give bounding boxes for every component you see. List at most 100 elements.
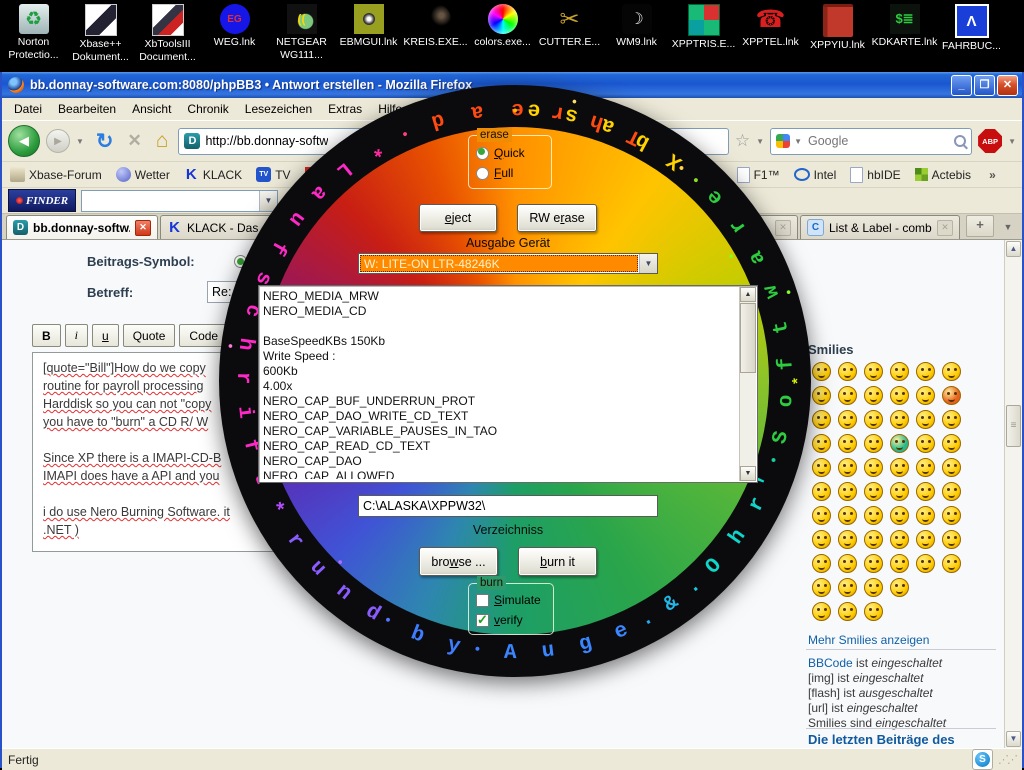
format-button-b[interactable]: B [32,324,61,347]
search-input[interactable] [806,133,950,149]
smiley-icon[interactable] [812,554,831,573]
smiley-icon[interactable] [812,458,831,477]
smiley-icon[interactable] [812,578,831,597]
desktop-icon-xpptris[interactable]: XPPTRIS.E... [670,4,737,51]
smiley-icon[interactable] [942,554,961,573]
resize-grip[interactable]: ⋰⋰ [998,753,1016,766]
smiley-icon[interactable] [838,482,857,501]
smiley-icon[interactable] [838,434,857,453]
smiley-icon[interactable] [864,458,883,477]
desktop-icon-xpptel[interactable]: XPPTEL.lnk [737,4,804,49]
smiley-icon[interactable] [890,362,909,381]
smiley-icon[interactable] [812,482,831,501]
smiley-icon[interactable] [890,554,909,573]
smiley-icon[interactable] [838,362,857,381]
smiley-icon[interactable] [942,506,961,525]
smiley-icon[interactable] [812,362,831,381]
smiley-icon[interactable] [916,458,935,477]
desktop-icon-xppyiu[interactable]: XPPYIU.lnk [804,4,871,52]
smiley-icon[interactable] [812,410,831,429]
full-radio[interactable] [476,167,489,180]
smiley-icon[interactable] [838,530,857,549]
desktop-icon-colors[interactable]: colors.exe... [469,4,536,49]
smiley-icon[interactable] [864,434,883,453]
more-smilies-link[interactable]: Mehr Smilies anzeigen [808,633,929,647]
maximize-button[interactable]: ❐ [974,75,995,96]
smiley-icon[interactable] [890,458,909,477]
desktop-icon-wm9[interactable]: WM9.lnk [603,4,670,49]
smiley-icon[interactable] [942,530,961,549]
smiley-icon[interactable] [942,482,961,501]
smiley-icon[interactable] [864,386,883,405]
smiley-icon[interactable] [838,458,857,477]
smiley-icon[interactable] [916,410,935,429]
tab-list-dropdown-icon[interactable]: ▼ [998,217,1018,237]
verify-checkbox[interactable] [476,614,489,627]
smiley-icon[interactable] [942,362,961,381]
smiley-icon[interactable] [864,602,883,621]
tab-donnay[interactable]: D bb.donnay-softw... ✕ [6,215,158,239]
quick-radio[interactable] [476,147,489,160]
smiley-icon[interactable] [890,434,909,453]
smiley-icon[interactable] [890,530,909,549]
scroll-down-icon[interactable]: ▼ [740,466,756,481]
output-device-combobox[interactable]: W: LITE-ON LTR-48246K ▼ [358,253,658,274]
stop-button[interactable]: ✕ [128,131,142,151]
smiley-icon[interactable] [838,602,857,621]
smiley-icon[interactable] [864,482,883,501]
smiley-icon[interactable] [916,530,935,549]
home-button[interactable]: ⌂ [156,129,169,153]
desktop-icon-xbtools[interactable]: XbToolsIIIDocument... [134,4,201,64]
page-scrollbar[interactable]: ▲ ▼ [1004,240,1022,748]
smiley-icon[interactable] [812,386,831,405]
smiley-icon[interactable] [890,578,909,597]
back-button[interactable]: ◀ [8,125,40,157]
desktop-icon-fahrbuch[interactable]: FAHRBUC... [938,4,1005,53]
format-button-quote[interactable]: Quote [123,324,176,347]
smiley-icon[interactable] [864,362,883,381]
menu-datei[interactable]: Datei [6,100,50,118]
desktop-icon-ebmgui[interactable]: EBMGUI.lnk [335,4,402,49]
bookmark-xbase-forum[interactable]: Xbase-Forum [10,167,102,182]
smiley-icon[interactable] [916,506,935,525]
listbox-scrollbar[interactable]: ▲ ▼ [739,287,756,481]
format-button-u[interactable]: u [92,324,119,347]
smiley-icon[interactable] [942,410,961,429]
rw-erase-button[interactable]: RW erase [517,204,597,232]
bookmark-hbide[interactable]: hbIDE [850,167,900,183]
smiley-icon[interactable] [812,434,831,453]
smiley-icon[interactable] [864,578,883,597]
menu-ansicht[interactable]: Ansicht [124,100,179,118]
smiley-icon[interactable] [864,410,883,429]
tab-list-label[interactable]: C List & Label - combit ... ✕ [800,215,960,239]
smiley-icon[interactable] [890,482,909,501]
chevron-down-icon[interactable]: ▼ [639,254,657,273]
directory-input[interactable] [358,495,658,517]
smiley-icon[interactable] [890,506,909,525]
smiley-icon[interactable] [838,506,857,525]
simulate-checkbox[interactable] [476,594,489,607]
smiley-icon[interactable] [916,362,935,381]
scroll-up-icon[interactable]: ▲ [740,287,756,302]
smiley-icon[interactable] [916,386,935,405]
smiley-icon[interactable] [942,434,961,453]
smiley-icon[interactable] [864,530,883,549]
reload-button[interactable]: ↻ [96,129,114,154]
smiley-icon[interactable] [942,458,961,477]
capabilities-listbox[interactable]: NERO_MEDIA_MRW NERO_MEDIA_CD BaseSpeedKB… [258,285,758,483]
menu-bearbeiten[interactable]: Bearbeiten [50,100,124,118]
new-tab-button[interactable]: + [966,215,994,237]
smiley-icon[interactable] [838,578,857,597]
desktop-icon-xbase[interactable]: Xbase++Dokument... [67,4,134,64]
eject-button[interactable]: eject [419,204,497,232]
search-icon[interactable] [954,135,966,147]
bookmark-overflow[interactable] [985,167,1000,182]
bookmark-wetter[interactable]: Wetter [116,167,170,182]
scroll-up-icon[interactable]: ▲ [1006,241,1021,257]
smiley-icon[interactable] [890,410,909,429]
desktop-icon-cutter[interactable]: CUTTER.E... [536,4,603,49]
smiley-icon[interactable] [838,386,857,405]
smiley-icon[interactable] [942,386,961,405]
browse-button[interactable]: browse ... [419,547,498,576]
desktop-icon-norton[interactable]: NortonProtectio... [0,4,67,62]
